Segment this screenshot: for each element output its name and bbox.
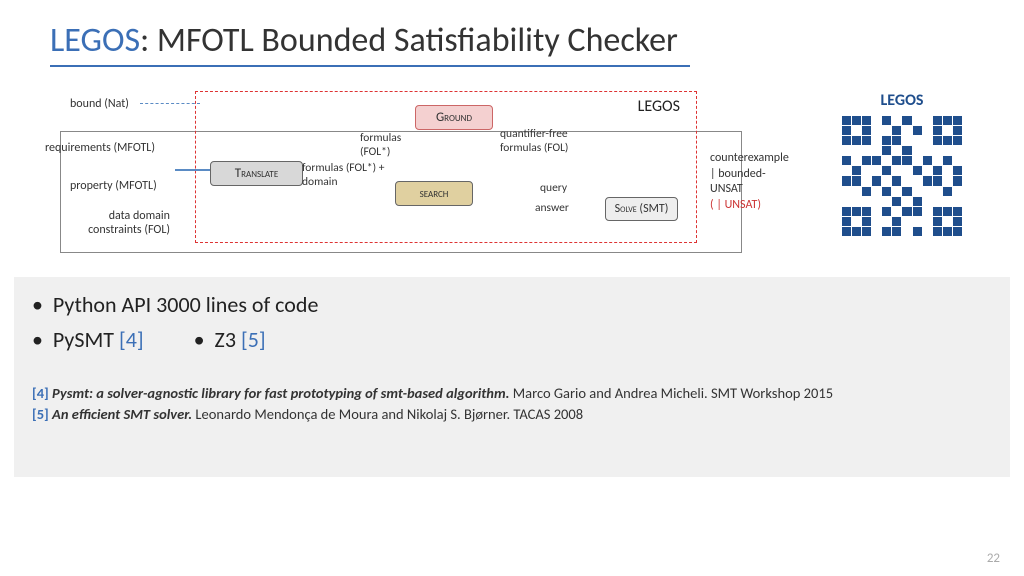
citations: [4] Pysmt: a solver-agnostic library for… — [32, 383, 992, 425]
qr-title: LEGOS — [800, 91, 1004, 110]
page-number: 22 — [987, 551, 1000, 566]
citation-4: [4] Pysmt: a solver-agnostic library for… — [32, 383, 992, 404]
stage-ground: Ground — [415, 105, 493, 130]
title-rest: : MFOTL Bounded Satisfiability Checker — [140, 20, 678, 61]
flow-fol-star: formulas (FOL*) — [360, 131, 415, 159]
citation-5: [5] An efficient SMT solver. Leonardo Me… — [32, 404, 992, 425]
qr-code-icon — [842, 116, 962, 236]
bullet-z3: • Z3 [5] — [194, 326, 266, 353]
flow-query: query — [540, 181, 567, 195]
input-requirements: requirements (MFOTL) — [45, 141, 155, 155]
bullet-list: • Python API 3000 lines of code • PySMT … — [32, 291, 992, 353]
architecture-diagram: LEGOS bound (Nat) requirements (MFOTL) p… — [40, 91, 760, 261]
input-constraints: data domain constraints (FOL) — [70, 209, 170, 237]
stage-solve: Solve (SMT) — [605, 197, 678, 221]
arrow-icon — [175, 169, 210, 171]
title-accent: LEGOS — [50, 20, 140, 61]
flow-qf-fol: quantifier-free formulas (FOL) — [500, 127, 595, 155]
stage-translate: Translate — [210, 161, 303, 186]
input-property: property (MFOTL) — [70, 179, 157, 193]
input-bound: bound (Nat) — [70, 97, 129, 111]
title-underline — [50, 65, 690, 67]
flow-fol-domain: formulas (FOL*) + domain — [302, 161, 392, 189]
output-label: counterexample | bounded- UNSAT ( | UNSA… — [710, 151, 830, 213]
bullet-python: • Python API 3000 lines of code — [32, 291, 992, 318]
legos-box-label: LEGOS — [638, 97, 680, 116]
bullet-pysmt: • PySMT [4] — [32, 326, 144, 353]
title-area: LEGOS: MFOTL Bounded Satisfiability Chec… — [0, 0, 1024, 71]
arrow-dashed-icon — [140, 103, 200, 106]
flow-answer: answer — [535, 201, 569, 215]
stage-search: search — [395, 181, 473, 206]
qr-section: LEGOS — [800, 91, 1004, 236]
diagram-row: LEGOS bound (Nat) requirements (MFOTL) p… — [0, 71, 1024, 271]
page-title: LEGOS: MFOTL Bounded Satisfiability Chec… — [50, 20, 974, 61]
bottom-panel: • Python API 3000 lines of code • PySMT … — [14, 277, 1010, 477]
